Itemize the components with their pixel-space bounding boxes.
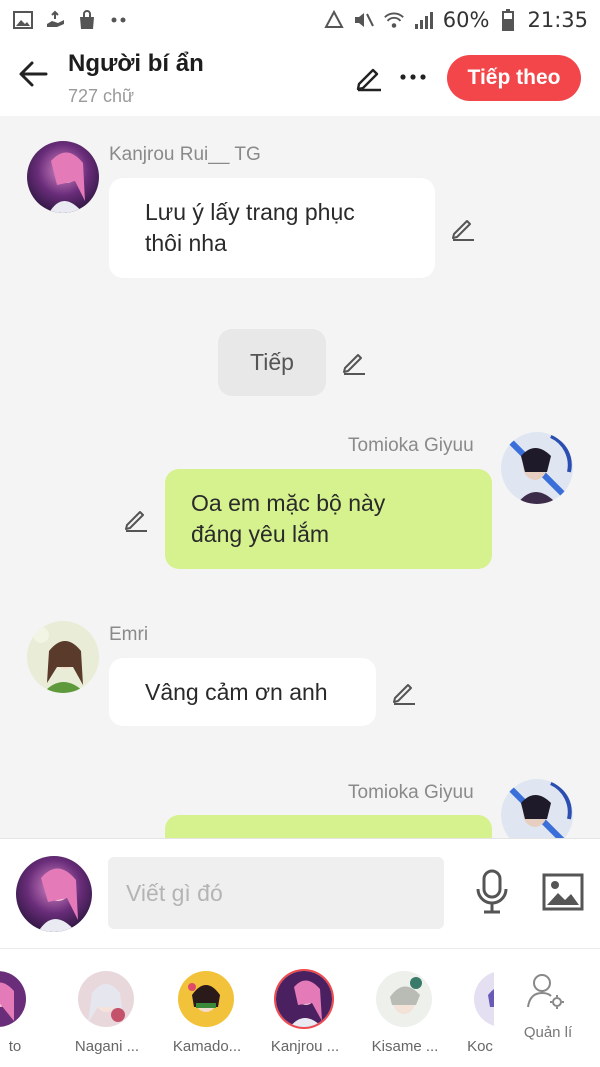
edit-message-icon[interactable]	[390, 678, 418, 706]
edit-message-icon[interactable]	[122, 505, 150, 533]
edit-message-icon[interactable]	[340, 348, 368, 376]
header: Người bí ẩn 727 chữ Tiếp theo	[0, 40, 600, 116]
character-avatar	[376, 971, 432, 1027]
microphone-icon[interactable]	[474, 869, 510, 915]
edit-message-icon[interactable]	[449, 214, 477, 242]
user-settings-icon	[526, 971, 566, 1011]
avatar[interactable]	[501, 432, 573, 504]
character-item[interactable]: Koc	[458, 949, 494, 1067]
manage-label: Quản lí	[523, 1024, 573, 1041]
status-bar: 60% 21:35	[0, 0, 600, 40]
character-avatar	[0, 971, 26, 1027]
character-label: to	[8, 1038, 22, 1055]
back-arrow-icon[interactable]	[16, 56, 52, 92]
story-title: Người bí ẩn	[68, 50, 204, 77]
more-options-icon[interactable]	[398, 64, 428, 90]
character-avatar	[474, 971, 494, 1027]
hand-icon	[44, 9, 66, 31]
signal-icon	[413, 9, 435, 31]
next-button[interactable]: Tiếp theo	[447, 55, 581, 101]
battery-icon	[497, 9, 519, 31]
character-label: Kanjrou ...	[270, 1038, 340, 1055]
character-item[interactable]: Kisame ...	[360, 949, 444, 1067]
character-item[interactable]: Kamado...	[162, 949, 246, 1067]
message-bubble[interactable]: Lưu ý lấy trang phục thôi nha	[109, 178, 435, 278]
chat-area[interactable]: Kanjrou Rui__ TG Lưu ý lấy trang phục th…	[0, 116, 600, 838]
character-label: Nagani ...	[74, 1038, 140, 1055]
shopping-bag-icon	[76, 9, 98, 31]
message-text: Lưu ý lấy trang phục thôi nha	[145, 199, 355, 256]
word-count: 727 chữ	[68, 86, 135, 106]
character-strip: to Nagani ... Kamado... Kanjrou ... Kisa…	[0, 948, 600, 1067]
message-text: Tiếp	[250, 349, 294, 375]
wifi-icon	[383, 9, 405, 31]
character-label: Kamado...	[172, 1038, 242, 1055]
current-speaker-avatar[interactable]	[16, 856, 92, 932]
character-label: Koc	[467, 1038, 493, 1055]
message-text: Vâng cảm ơn anh	[145, 678, 328, 705]
message-text: Oa em mặc bộ này đáng yêu lắm	[191, 490, 386, 547]
compose-bar	[0, 838, 600, 948]
manage-characters-button[interactable]: Quản lí	[500, 949, 600, 1067]
character-avatar	[178, 971, 234, 1027]
character-item-selected[interactable]: Kanjrou ...	[260, 949, 344, 1067]
speaker-name: Tomioka Giyuu	[348, 782, 474, 803]
character-avatar	[78, 971, 134, 1027]
character-avatar	[276, 971, 332, 1027]
more-notifications-icon	[108, 9, 130, 31]
mute-icon	[353, 9, 375, 31]
character-item[interactable]: Nagani ...	[62, 949, 146, 1067]
character-item[interactable]: to	[0, 949, 38, 1067]
pen-icon[interactable]	[354, 62, 384, 92]
gallery-icon	[12, 9, 34, 31]
speaker-name: Emri	[109, 624, 149, 645]
message-bubble[interactable]: Vâng cảm ơn anh	[109, 658, 376, 726]
speaker-name: Kanjrou Rui__ TG	[109, 144, 261, 165]
character-label: Kisame ...	[371, 1038, 439, 1055]
clock: 21:35	[527, 8, 588, 32]
avatar[interactable]	[27, 141, 99, 213]
message-bubble[interactable]: Oa em mặc bộ này đáng yêu lắm	[165, 469, 492, 569]
image-icon[interactable]	[542, 873, 584, 911]
recycle-icon	[323, 9, 345, 31]
avatar[interactable]	[501, 779, 573, 838]
message-input[interactable]	[108, 857, 444, 929]
avatar[interactable]	[27, 621, 99, 693]
speaker-name: Tomioka Giyuu	[348, 435, 474, 456]
narration-bubble[interactable]: Tiếp	[218, 329, 326, 396]
message-bubble[interactable]	[165, 815, 492, 838]
battery-percent: 60%	[442, 8, 490, 32]
